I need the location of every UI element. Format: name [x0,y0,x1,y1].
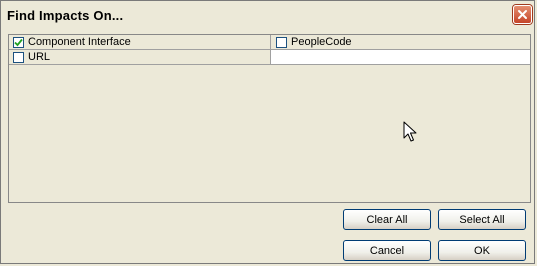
component-interface-checkbox[interactable] [13,36,24,48]
checkmark-icon [14,38,23,46]
title-bar: Find Impacts On... [1,1,534,28]
ok-button[interactable]: OK [438,240,526,261]
empty-cell [271,50,530,65]
mouse-pointer-icon [403,121,417,142]
component-interface-label: Component Interface [28,36,131,48]
find-impacts-dialog: Find Impacts On... Component Interface P… [0,0,535,264]
grid-row: URL [9,50,530,65]
url-label: URL [28,51,51,63]
close-button[interactable] [513,5,532,24]
select-all-button[interactable]: Select All [438,209,526,230]
impact-options-panel: Component Interface PeopleCode URL [8,34,531,203]
grid-row: Component Interface PeopleCode [9,35,530,50]
cancel-button[interactable]: Cancel [343,240,431,261]
dialog-title: Find Impacts On... [7,8,124,23]
close-icon [518,10,527,19]
peoplecode-label: PeopleCode [291,36,352,48]
peoplecode-checkbox[interactable] [276,36,287,48]
clear-all-button[interactable]: Clear All [343,209,431,230]
options-grid: Component Interface PeopleCode URL [9,35,530,65]
option-component-interface[interactable]: Component Interface [9,35,271,50]
option-peoplecode[interactable]: PeopleCode [271,35,530,50]
url-checkbox[interactable] [13,51,24,63]
option-url[interactable]: URL [9,50,271,65]
